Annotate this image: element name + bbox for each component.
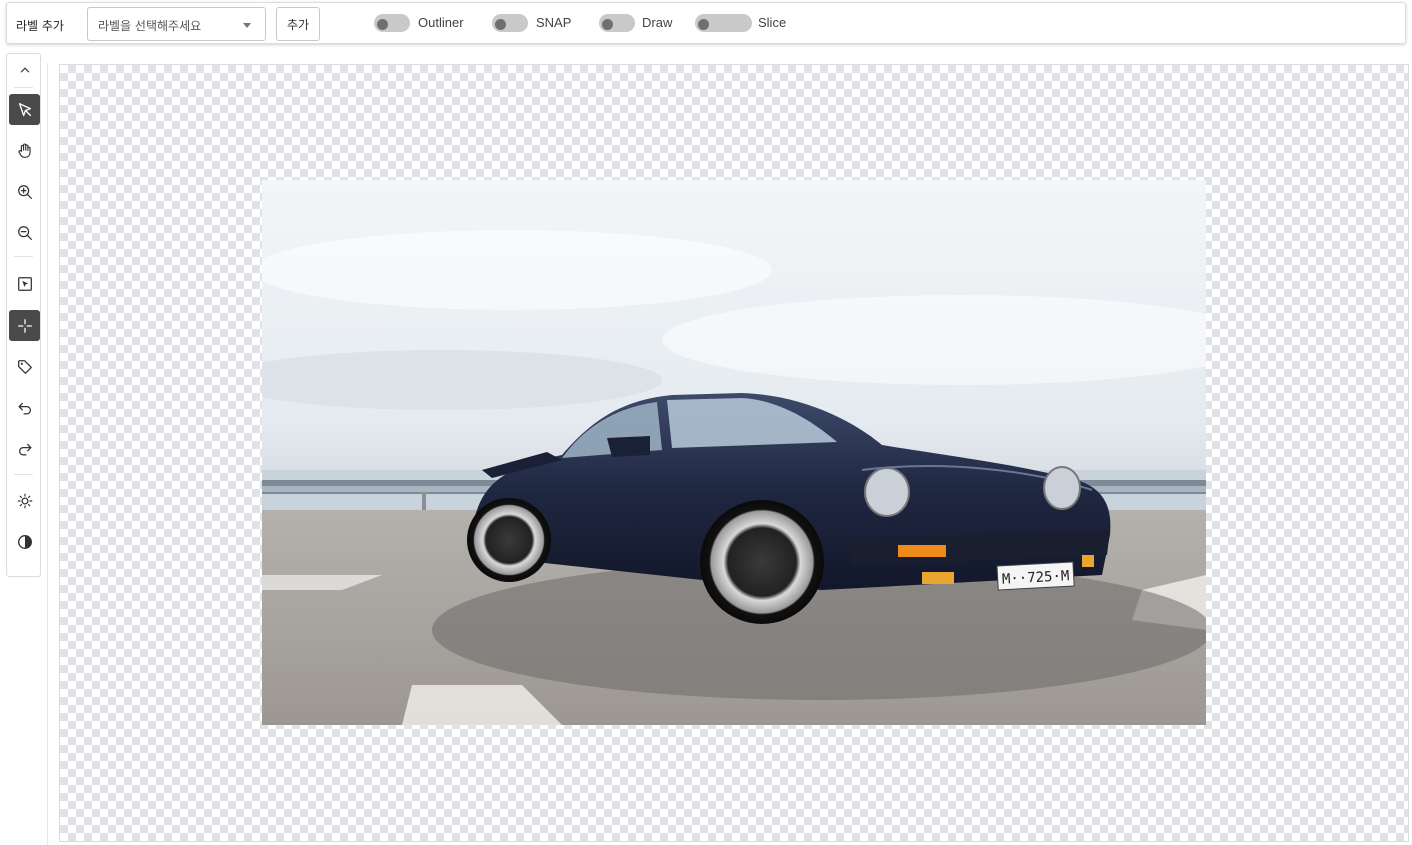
outliner-toggle-knob xyxy=(377,19,388,30)
top-toolbar: 라벨 추가 라벨을 선택해주세요 추가 Outliner SNAP Draw S… xyxy=(6,2,1406,44)
tool-rail xyxy=(6,53,41,577)
contrast-button[interactable] xyxy=(9,526,40,557)
car-photo: M··725·M xyxy=(262,180,1206,725)
divider xyxy=(14,256,33,257)
slice-toggle-knob xyxy=(698,19,709,30)
rail-divider xyxy=(47,63,48,845)
pan-tool-button[interactable] xyxy=(9,135,40,166)
snap-toggle-label: SNAP xyxy=(536,15,572,30)
draw-toggle[interactable]: Draw xyxy=(599,13,679,33)
zoom-out-icon xyxy=(17,225,32,240)
zoom-out-button[interactable] xyxy=(9,217,40,248)
slice-toggle[interactable]: Slice xyxy=(695,13,790,33)
tag-icon xyxy=(17,359,32,374)
redo-icon xyxy=(18,443,31,455)
label-select[interactable]: 라벨을 선택해주세요 xyxy=(87,7,266,41)
select-box-icon xyxy=(17,276,32,291)
slice-toggle-track[interactable] xyxy=(695,14,752,32)
contrast-icon xyxy=(17,534,32,549)
snap-toggle-track[interactable] xyxy=(492,14,528,32)
zoom-in-icon xyxy=(17,184,32,199)
divider xyxy=(14,87,33,88)
select-tool-button[interactable] xyxy=(9,268,40,299)
brightness-button[interactable] xyxy=(9,485,40,516)
zoom-in-button[interactable] xyxy=(9,176,40,207)
crosshair-icon xyxy=(17,318,32,333)
add-label-button[interactable]: 추가 xyxy=(276,7,320,41)
draw-toggle-track[interactable] xyxy=(599,14,635,32)
crosshair-tool-button[interactable] xyxy=(9,310,40,341)
draw-toggle-knob xyxy=(602,19,613,30)
label-add-title: 라벨 추가 xyxy=(16,19,64,33)
snap-toggle[interactable]: SNAP xyxy=(492,13,582,33)
divider xyxy=(14,474,33,475)
draw-toggle-label: Draw xyxy=(642,15,673,30)
slice-toggle-label: Slice xyxy=(758,15,787,30)
redo-button[interactable] xyxy=(9,433,40,464)
pointer-tool-button[interactable] xyxy=(9,94,40,125)
snap-toggle-knob xyxy=(495,19,506,30)
hand-icon xyxy=(17,142,31,158)
outliner-toggle-track[interactable] xyxy=(374,14,410,32)
collapse-toolbar-button[interactable] xyxy=(9,54,40,85)
undo-icon xyxy=(18,402,31,414)
label-select-placeholder: 라벨을 선택해주세요 xyxy=(98,19,202,33)
sun-icon xyxy=(17,493,32,508)
outliner-toggle-label: Outliner xyxy=(418,15,464,30)
outliner-toggle[interactable]: Outliner xyxy=(374,13,474,33)
pointer-icon xyxy=(18,102,31,116)
chevron-up-icon xyxy=(20,66,29,72)
tag-tool-button[interactable] xyxy=(9,351,40,382)
canvas-image[interactable]: M··725·M xyxy=(262,180,1206,725)
caret-down-icon xyxy=(243,23,251,28)
undo-button[interactable] xyxy=(9,392,40,423)
